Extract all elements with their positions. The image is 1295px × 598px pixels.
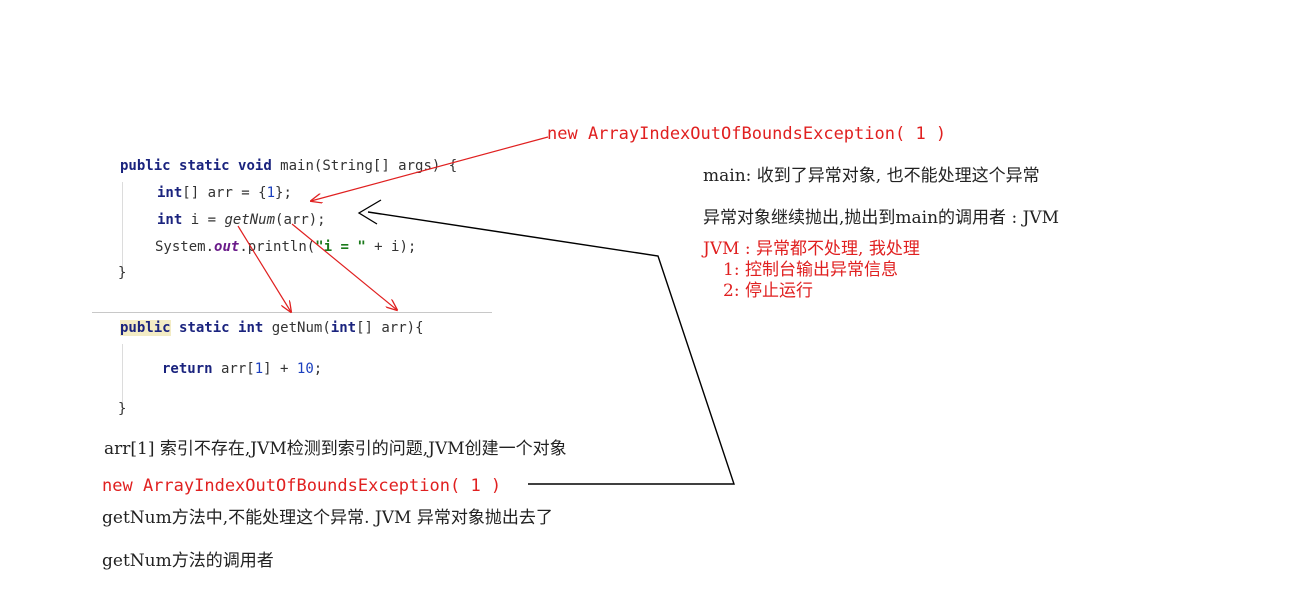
path-bottom-to-main: [367, 211, 735, 485]
arrow-exception-to-main: [311, 136, 549, 201]
arrow-layer: [237, 136, 735, 485]
arrow-arr-to-param: [291, 223, 397, 310]
arrow-call-to-getnum: [237, 225, 291, 312]
